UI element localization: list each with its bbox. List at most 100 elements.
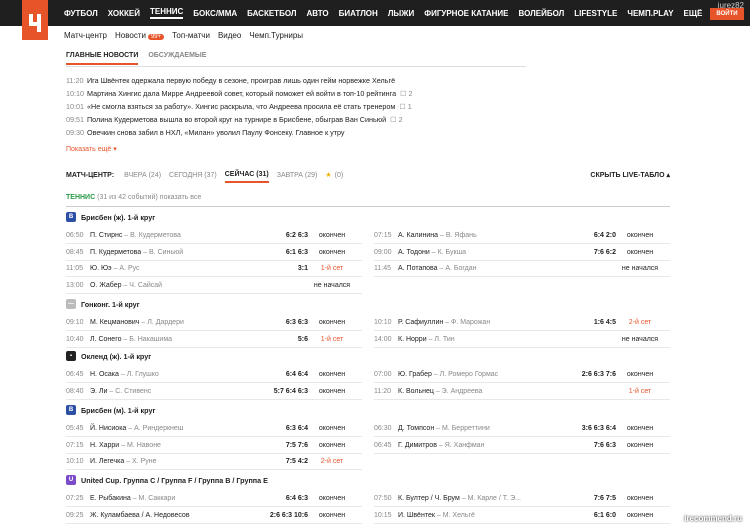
match-players[interactable]: И. Легечка – Х. Руне [90,458,157,465]
match-row[interactable]: 07:15 Н. Харри – М. Навоне 7:5 7:6 окончен [66,438,362,454]
comment-count[interactable]: ☐ 2 [400,89,412,98]
match-players[interactable]: Н. Харри – М. Навоне [90,442,161,449]
match-players[interactable]: М. Кецманович – Л. Дардери [90,319,184,326]
match-row[interactable]: 11:20 К. Вольнец – Э. Андреева 1-й сет [374,384,670,400]
match-players[interactable]: Ж. Куламбаева / А. Недовесов [90,512,190,519]
match-players[interactable]: Ю. Грабер – Л. Ромеро Гормас [398,371,498,378]
tab-yesterday[interactable]: ВЧЕРА (24) [124,172,161,179]
match-players[interactable]: Е. Рыбакина – М. Саккари [90,495,175,502]
hide-live-label: СКРЫТЬ LIVE-ТАБЛО [590,172,665,179]
tournament-header[interactable]: U United Cup. Группа С / Группа F / Групп… [66,473,268,487]
news-headline[interactable]: Полина Кудерметова вышла во второй круг … [87,115,386,124]
match-row[interactable]: 10:10 Р. Сафиуллин – Ф. Марожан 1:6 4:5 2-й… [374,315,670,331]
nav-item[interactable]: ФУТБОЛ [64,9,98,18]
comment-count[interactable]: ☐ 2 [390,115,402,124]
subnav-item[interactable]: Видео [218,31,241,40]
match-players[interactable]: Р. Сафиуллин – Ф. Марожан [398,319,490,326]
match-players[interactable]: А. Тодони – К. Букша [398,249,466,256]
match-row[interactable]: 06:50 П. Стирнс – В. Кудерметова 6:2 6:3 ок… [66,228,362,244]
match-row[interactable]: 07:00 Ю. Грабер – Л. Ромеро Гормас 2:6 6:3… [374,367,670,383]
subnav-item[interactable]: Новости 99+ [115,31,165,40]
news-item[interactable]: 10:01 «Не смогла взяться за работу». Хинг… [66,100,536,113]
match-time: 13:00 [66,281,84,289]
match-row[interactable]: 14:00 К. Норри – Л. Тин не начался [374,332,670,348]
news-headline[interactable]: «Не смогла взяться за работу». Хингис ра… [87,102,395,111]
match-row[interactable]: 09:25 Ж. Куламбаева / А. Недовесов 2:6 6:3… [66,508,362,524]
match-players[interactable]: К. Вольнец – Э. Андреева [398,388,482,395]
match-players[interactable]: Н. Осака – Л. Глушко [90,371,159,378]
match-row[interactable]: 13:00 О. Жабер – Ч. Сайсай не начался [66,278,362,294]
match-row[interactable]: 06:30 Д. Томпсон – М. Берреттини 3:6 6:3 6… [374,421,670,437]
nav-item[interactable]: БАСКЕТБОЛ [247,9,296,18]
match-row[interactable]: 05:45 Й. Нисиока – А. Риндеркнеш 6:3 6:4 ок… [66,421,362,437]
show-more-link[interactable]: Показать ещё ▾ [66,145,117,153]
comment-count[interactable]: ☐ 1 [399,102,411,111]
match-players[interactable]: П. Стирнс – В. Кудерметова [90,232,181,239]
match-row[interactable]: 08:40 Э. Ли – С. Стивенс 5:7 6:4 6:3 оконче… [66,384,362,400]
nav-item[interactable]: LIFESTYLE [574,9,617,18]
match-players[interactable]: К. Норри – Л. Тин [398,336,455,343]
login-button[interactable]: ВОЙТИ [710,8,744,20]
match-row[interactable]: 07:25 Е. Рыбакина – М. Саккари 6:4 6:3 окон… [66,491,362,507]
news-item[interactable]: 11:20 Ига Швёнтек одержала первую победу … [66,74,536,87]
tab-main-news[interactable]: ГЛАВНЫЕ НОВОСТИ [66,52,139,65]
subnav-item[interactable]: Топ-матчи [172,31,210,40]
nav-item[interactable]: ТЕННИС [149,7,184,19]
tab-now[interactable]: СЕЙЧАС (31) [224,171,269,183]
match-status: окончен [318,387,346,395]
nav-item[interactable]: ВОЛЕЙБОЛ [519,9,565,18]
match-row[interactable]: 06:45 Н. Осака – Л. Глушко 6:4 6:4 окончен [66,367,362,383]
match-players[interactable]: Г. Димитров – Я. Ханфман [398,442,484,449]
nav-item[interactable]: АВТО [306,9,328,18]
match-players[interactable]: А. Калинина – В. Яфань [398,232,477,239]
tab-today[interactable]: СЕГОДНЯ (37) [169,172,217,179]
nav-item[interactable]: ЛЫЖИ [388,9,414,18]
match-players[interactable]: К. Бултер / Ч. Брум – М. Карле / Т. Э... [398,495,521,502]
tab-discussed[interactable]: ОБСУЖДАЕМЫЕ [148,52,206,65]
match-row[interactable]: 08:45 П. Кудерметова – В. Синьюй 6:1 6:3 ок… [66,245,362,261]
match-row[interactable]: 07:15 А. Калинина – В. Яфань 6:4 2:0 оконче… [374,228,670,244]
event-count[interactable]: (31 из 42 событий) показать все [97,194,201,201]
news-item[interactable]: 09:30 Овечкин снова забил в НХЛ, «Милан» … [66,126,536,139]
match-row[interactable]: 11:05 Ю. Юэ – А. Рус 3:1 1-й сет [66,261,362,278]
nav-item[interactable]: БОКС/ММА [193,9,237,18]
tournament-header[interactable]: ▪ Окленд (ж). 1-й круг [66,349,151,363]
nav-item[interactable]: ЕЩЁ [684,9,703,18]
match-players[interactable]: О. Жабер – Ч. Сайсай [90,282,162,289]
nav-item[interactable]: ЧЕМП.PLAY [627,9,673,18]
match-row[interactable]: 10:40 Л. Сонего – Б. Накашима 5:6 1-й сет [66,332,362,348]
tournament-header[interactable]: — Гонконг. 1-й круг [66,297,140,311]
match-players[interactable]: П. Кудерметова – В. Синьюй [90,249,183,256]
nav-item[interactable]: ФИГУРНОЕ КАТАНИЕ [424,9,508,18]
news-headline[interactable]: Ига Швёнтек одержала первую победу в сез… [87,76,395,85]
match-players[interactable]: Й. Нисиока – А. Риндеркнеш [90,425,183,432]
match-row[interactable]: 10:15 И. Швёнтек – М. Хельгё 6:1 6:0 оконче… [374,508,670,524]
star-icon[interactable]: ★ [325,171,331,179]
match-players[interactable]: Ю. Юэ – А. Рус [90,265,140,272]
hide-live-button[interactable]: СКРЫТЬ LIVE-ТАБЛО ▴ [590,171,670,179]
match-players[interactable]: И. Швёнтек – М. Хельгё [398,512,475,519]
tab-tomorrow[interactable]: ЗАВТРА (29) [277,172,318,179]
sport-name[interactable]: ТЕННИС [66,194,95,201]
match-players[interactable]: Э. Ли – С. Стивенс [90,388,151,395]
match-players[interactable]: А. Потапова – А. Богдан [398,265,477,272]
subnav-item[interactable]: Чемп.Турниры [249,31,303,40]
nav-item[interactable]: ХОККЕЙ [108,9,140,18]
nav-item[interactable]: БИАТЛОН [339,9,378,18]
news-headline[interactable]: Мартина Хингис дала Мирре Андреевой сове… [87,89,396,98]
match-players[interactable]: Д. Томпсон – М. Берреттини [398,425,490,432]
match-players[interactable]: Л. Сонего – Б. Накашима [90,336,172,343]
match-row[interactable]: 11:45 А. Потапова – А. Богдан не начался [374,261,670,278]
match-row[interactable]: 10:10 И. Легечка – Х. Руне 7:5 4:2 2-й сет [66,454,362,471]
news-item[interactable]: 10:10 Мартина Хингис дала Мирре Андреевой… [66,87,536,100]
match-row[interactable]: 09:10 М. Кецманович – Л. Дардери 6:3 6:3 ок… [66,315,362,331]
championat-logo[interactable] [22,0,48,40]
news-headline[interactable]: Овечкин снова забил в НХЛ, «Милан» уволи… [87,128,345,137]
tournament-header[interactable]: B Брисбен (м). 1-й круг [66,403,155,417]
match-row[interactable]: 06:45 Г. Димитров – Я. Ханфман 7:6 6:3 окон… [374,438,670,454]
match-row[interactable]: 07:50 К. Бултер / Ч. Брум – М. Карле / Т.… [374,491,670,507]
subnav-item[interactable]: Матч-центр [64,31,107,40]
match-row[interactable]: 09:00 А. Тодони – К. Букша 7:6 6:2 окончен [374,245,670,261]
tournament-header[interactable]: B Брисбен (ж). 1-й круг [66,210,155,224]
news-item[interactable]: 09:51 Полина Кудерметова вышла во второй … [66,113,536,126]
